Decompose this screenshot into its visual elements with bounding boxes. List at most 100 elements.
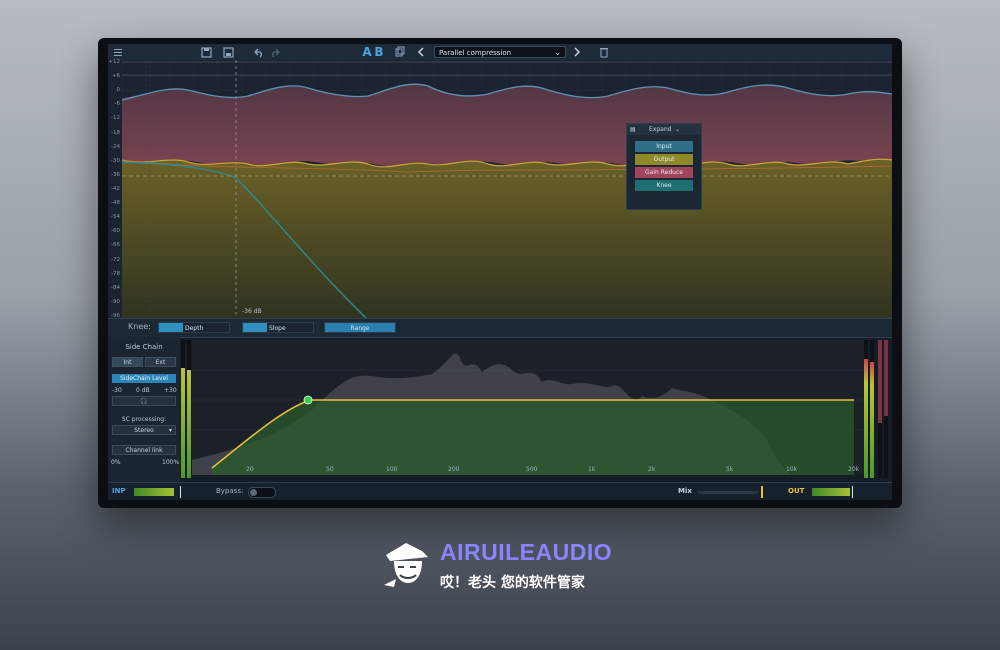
sc-level-min: -30	[112, 387, 122, 394]
sidechain-listen-button[interactable]: 🎧	[112, 396, 176, 406]
sidechain-ext-button[interactable]: Ext	[145, 357, 176, 367]
link-max: 100%	[162, 459, 180, 466]
brand-name: AIRUILEAUDIO	[440, 539, 613, 565]
knee-controls: Knee: Depth Slope Range	[108, 318, 892, 338]
knee-depth-label: Depth	[185, 325, 204, 332]
display-option-output[interactable]: Output	[635, 154, 693, 165]
knee-range-slider[interactable]: Range	[324, 322, 396, 333]
sc-level-value: 0 dB	[136, 387, 150, 394]
sidechain-source-toggle: Int Ext	[112, 357, 176, 367]
prev-preset-icon[interactable]	[416, 45, 426, 59]
db-tick-label: -54	[111, 214, 120, 221]
db-tick-label: -84	[111, 284, 120, 291]
db-tick-label: +6	[111, 73, 120, 80]
db-tick-label: +12	[108, 59, 120, 65]
bypass-toggle[interactable]	[248, 487, 276, 498]
db-tick-label: -48	[111, 200, 120, 207]
db-tick-label: -12	[111, 115, 120, 122]
redo-icon[interactable]	[270, 45, 282, 59]
next-preset-icon[interactable]	[572, 45, 582, 59]
sidechain-title: Side Chain	[125, 343, 163, 351]
db-tick-label: 0	[116, 87, 121, 94]
bottom-bar: INP Bypass: Mix OUT	[108, 482, 892, 500]
copy-icon[interactable]	[394, 45, 406, 59]
sc-level-max: +30	[164, 387, 177, 394]
preset-select[interactable]: Parallel compression ⌄	[434, 46, 566, 58]
db-tick-label: -66	[111, 242, 120, 249]
preset-b-button[interactable]: B	[374, 45, 384, 59]
knee-range-label: Range	[350, 325, 370, 332]
preset-a-button[interactable]: A	[362, 45, 372, 59]
save-as-icon[interactable]	[222, 45, 234, 59]
db-tick-label: -30	[111, 157, 120, 164]
db-tick-label: -78	[111, 270, 120, 277]
mix-handle[interactable]	[761, 486, 763, 498]
db-tick-label: -72	[111, 256, 120, 263]
freq-tick-label: 100	[386, 466, 398, 473]
sc-processing-label: SC processing:	[121, 416, 167, 423]
freq-tick-label: 50	[326, 466, 334, 473]
sidechain-eq-svg	[192, 340, 864, 475]
chevron-down-icon: ⌄	[554, 48, 561, 57]
freq-tick-label: 200	[448, 466, 460, 473]
cursor-db-label: -36 dB	[242, 308, 262, 315]
sc-processing-select[interactable]: Stereo ▾	[112, 425, 176, 435]
knee-slope-label: Slope	[269, 325, 286, 332]
freq-tick-label: 20	[246, 466, 254, 473]
sidechain-int-button[interactable]: Int	[112, 357, 143, 367]
trash-icon[interactable]	[598, 45, 610, 59]
display-popup: ▤ Expand ⌄ Input Output Gain Reduce Knee	[626, 123, 702, 210]
sidechain-panel: Side Chain Int Ext SideChain Level -30 0…	[108, 337, 180, 482]
output-label: OUT	[788, 487, 805, 495]
freq-tick-label: 2k	[648, 466, 656, 473]
freq-tick-label: 10k	[786, 466, 798, 473]
gain-reduction-meter-right	[884, 340, 888, 478]
caret-down-icon: ▾	[168, 427, 172, 434]
toolbar: A B Parallel compression ⌄	[108, 44, 892, 61]
db-tick-label: -36	[111, 171, 120, 178]
popup-mode: Expand	[649, 126, 672, 133]
db-tick-label: -18	[111, 129, 120, 136]
input-meter-right	[187, 340, 191, 478]
save-icon[interactable]	[200, 45, 212, 59]
display-option-knee[interactable]: Knee	[635, 180, 693, 191]
preset-name: Parallel compression	[439, 49, 512, 57]
input-label: INP	[112, 487, 126, 495]
input-gain-handle[interactable]	[180, 486, 181, 498]
mix-label: Mix	[678, 487, 692, 495]
freq-tick-label: 20k	[848, 466, 860, 473]
display-option-input[interactable]: Input	[635, 141, 693, 152]
db-tick-label: -60	[111, 228, 120, 235]
input-gain-meter[interactable]	[134, 488, 174, 496]
mix-slider[interactable]	[698, 491, 758, 494]
menu-icon[interactable]	[112, 45, 124, 59]
undo-icon[interactable]	[252, 45, 264, 59]
gain-reduction-meter-left	[878, 340, 882, 478]
knee-slope-slider[interactable]: Slope	[242, 322, 314, 333]
chevron-down-icon: ⌄	[675, 126, 681, 133]
output-gain-meter[interactable]	[812, 488, 850, 496]
app-window: A B Parallel compression ⌄ +12 +6 0 -6 -…	[98, 38, 902, 508]
display-option-gain-reduce[interactable]: Gain Reduce	[635, 167, 693, 178]
output-meter-right	[870, 340, 874, 478]
db-scale: +12 +6 0 -6 -12 -18 -24 -30 -36 -42 -48 -54 -60 -66 -7…	[108, 59, 121, 319]
sidechain-eq[interactable]: 20 50 100 200 500 1k 2k 5k 10k 20k	[192, 340, 864, 475]
db-tick-label: -24	[111, 143, 120, 150]
list-icon: ▤	[630, 126, 636, 133]
link-min: 0%	[111, 459, 121, 466]
popup-header[interactable]: ▤ Expand ⌄	[627, 124, 701, 135]
dynamics-graph[interactable]: +12 +6 0 -6 -12 -18 -24 -30 -36 -42 -48 -54 -60 -66 -7…	[108, 59, 892, 319]
brand-tagline: 哎！老头 您的软件管家	[440, 575, 585, 591]
output-gain-handle[interactable]	[852, 486, 853, 498]
input-meter-left	[181, 340, 185, 478]
frequency-axis: 20 50 100 200 500 1k 2k 5k 10k 20k	[192, 466, 864, 474]
freq-tick-label: 5k	[726, 466, 734, 473]
db-tick-label: -6	[114, 101, 120, 108]
freq-tick-label: 1k	[588, 466, 596, 473]
sc-processing-value: Stereo	[134, 427, 154, 434]
db-tick-label: -90	[111, 298, 120, 305]
filter-node[interactable]	[303, 395, 313, 405]
channel-link-slider[interactable]: Channel link	[112, 445, 176, 455]
knee-depth-slider[interactable]: Depth	[158, 322, 230, 333]
bypass-label: Bypass:	[216, 487, 244, 495]
